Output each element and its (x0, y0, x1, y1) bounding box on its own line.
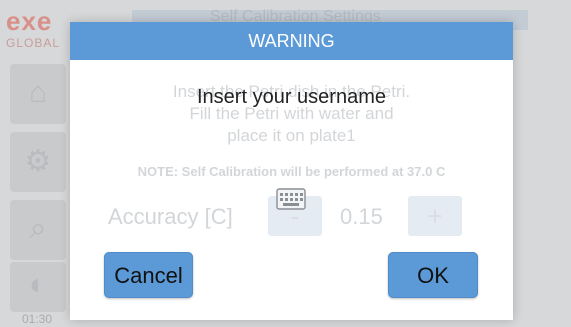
brightness-button: ◐ (10, 262, 66, 312)
ghost-line-3: place it on plate1 (227, 126, 356, 145)
dialog-body: Insert the Petri dish in the Petri. Fill… (70, 60, 513, 320)
dialog-prompt: Insert your username (197, 86, 386, 108)
warning-dialog: WARNING Insert the Petri dish in the Pet… (70, 22, 513, 320)
search-button: ⌕ (10, 200, 66, 260)
cancel-button[interactable]: Cancel (104, 252, 193, 298)
ghost-accuracy-label: Accuracy [C] (108, 204, 233, 229)
ghost-plus-button: + (408, 196, 462, 236)
app-logo-subtitle: GLOBAL (6, 36, 61, 50)
search-icon: ⌕ (29, 212, 47, 245)
home-button: ⌂ (10, 64, 66, 124)
app-logo: exe (6, 6, 53, 36)
contrast-icon: ◐ (28, 268, 48, 301)
keyboard-icon[interactable] (276, 188, 306, 210)
gear-icon: ⚙ (24, 145, 52, 178)
clock-time: 01:30 (22, 312, 53, 326)
ghost-accuracy-value: 0.15 (340, 204, 383, 229)
dialog-title: WARNING (70, 22, 513, 60)
ok-button[interactable]: OK (388, 252, 478, 298)
home-icon: ⌂ (28, 76, 48, 109)
ghost-note: NOTE: Self Calibration will be performed… (137, 164, 446, 179)
settings-button: ⚙ (10, 132, 66, 192)
